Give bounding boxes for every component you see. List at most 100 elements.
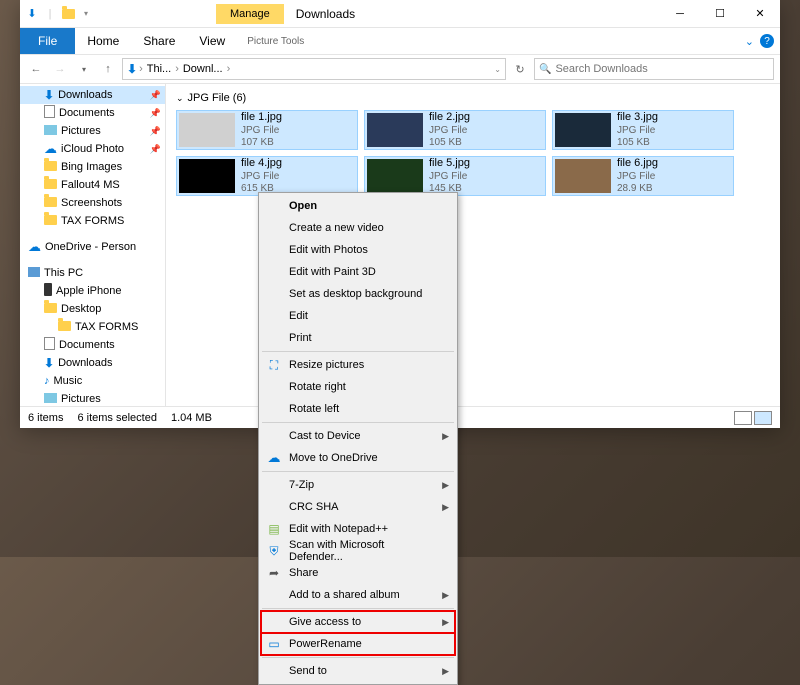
ctx-photos[interactable]: Edit with Photos [261, 239, 455, 261]
breadcrumb-dropdown-icon[interactable]: ⌄ [494, 65, 501, 74]
chevron-right-icon[interactable]: › [175, 63, 179, 75]
ctx-print[interactable]: Print [261, 327, 455, 349]
nav-up-button[interactable]: ↑ [98, 59, 118, 79]
sidebar-item-desktop[interactable]: Desktop [20, 300, 165, 318]
help-icon[interactable]: ? [760, 34, 774, 48]
breadcrumb[interactable]: ⬇ › Thi... › Downl... › ⌄ [122, 58, 506, 80]
file-item[interactable]: file 4.jpgJPG File615 KB [176, 156, 358, 196]
tools-tab[interactable]: Manage [216, 4, 284, 24]
ctx-paint3d[interactable]: Edit with Paint 3D [261, 261, 455, 283]
ctx-resize[interactable]: ⛶Resize pictures [261, 354, 455, 376]
ctx-rotl[interactable]: Rotate left [261, 398, 455, 420]
tab-home[interactable]: Home [75, 30, 131, 52]
sidebar-item-screenshots[interactable]: Screenshots [20, 194, 165, 212]
sidebar-item-label: iCloud Photo [61, 143, 124, 155]
file-item[interactable]: file 1.jpgJPG File107 KB [176, 110, 358, 150]
file-size: 105 KB [617, 137, 658, 149]
sidebar-item-icloud-photo[interactable]: ☁iCloud Photo📌 [20, 140, 165, 158]
sidebar-item-label: Desktop [61, 303, 101, 315]
ctx-newvideo-label: Create a new video [289, 222, 384, 234]
sidebar-item-apple-iphone[interactable]: Apple iPhone [20, 282, 165, 300]
file-item[interactable]: file 6.jpgJPG File28.9 KB [552, 156, 734, 196]
thumbnail [555, 113, 611, 147]
sidebar-item-pictures[interactable]: Pictures [20, 390, 165, 406]
nav-back-button[interactable]: ← [26, 59, 46, 79]
ctx-crc[interactable]: CRC SHA▶ [261, 496, 455, 518]
folder-icon[interactable] [60, 6, 76, 22]
file-type: JPG File [429, 171, 470, 183]
sidebar-item-tax-forms[interactable]: TAX FORMS [20, 212, 165, 230]
ctx-edit[interactable]: Edit [261, 305, 455, 327]
sidebar-item-fallout4-ms[interactable]: Fallout4 MS [20, 176, 165, 194]
pic-icon [44, 125, 57, 138]
context-menu: Open Create a new video Edit with Photos… [258, 192, 458, 685]
sidebar-item-label: Pictures [61, 393, 101, 405]
sidebar-item-tax-forms[interactable]: TAX FORMS [20, 318, 165, 336]
pin-icon: 📌 [150, 108, 161, 119]
tab-share[interactable]: Share [131, 30, 187, 52]
sidebar-item-documents[interactable]: Documents📌 [20, 104, 165, 122]
ctx-7zip[interactable]: 7-Zip▶ [261, 474, 455, 496]
address-bar: ← → ▾ ↑ ⬇ › Thi... › Downl... › ⌄ ↻ 🔍 [20, 54, 780, 84]
file-type: JPG File [241, 125, 282, 137]
file-type: JPG File [617, 125, 658, 137]
file-name: file 3.jpg [617, 111, 658, 124]
ctx-album[interactable]: Add to a shared album▶ [261, 584, 455, 606]
sidebar-item-pictures[interactable]: Pictures📌 [20, 122, 165, 140]
down-arrow-icon[interactable]: ⬇ [24, 6, 40, 22]
chevron-down-icon[interactable]: ⌄ [176, 93, 184, 104]
breadcrumb-seg2[interactable]: Downl... [181, 63, 225, 75]
refresh-button[interactable]: ↻ [510, 59, 530, 79]
sidebar-item-downloads[interactable]: ⬇Downloads [20, 354, 165, 372]
sidebar-item-downloads[interactable]: ⬇Downloads📌 [20, 86, 165, 104]
view-details-button[interactable] [734, 411, 752, 425]
ctx-cast[interactable]: Cast to Device▶ [261, 425, 455, 447]
breadcrumb-seg1[interactable]: Thi... [145, 63, 173, 75]
qat-dropdown-icon[interactable]: ▾ [78, 6, 94, 22]
sidebar-item-label: Downloads [58, 357, 112, 369]
ctx-share[interactable]: ➦Share [261, 562, 455, 584]
ctx-npp[interactable]: ▤Edit with Notepad++ [261, 518, 455, 540]
ribbon-collapse-icon[interactable]: ⌄ [745, 35, 754, 48]
sidebar-item-label: TAX FORMS [75, 321, 138, 333]
ctx-desktopbg[interactable]: Set as desktop background [261, 283, 455, 305]
file-item[interactable]: file 2.jpgJPG File105 KB [364, 110, 546, 150]
sidebar-item-music[interactable]: ♪Music [20, 372, 165, 390]
sidebar-item-label: Pictures [61, 125, 101, 137]
folder-icon [58, 321, 71, 334]
ctx-access[interactable]: Give access to ▶ [261, 611, 455, 633]
ctx-open[interactable]: Open [261, 195, 455, 217]
group-header[interactable]: ⌄ JPG File (6) [176, 90, 770, 106]
sidebar-item-bing-images[interactable]: Bing Images [20, 158, 165, 176]
file-item[interactable]: file 5.jpgJPG File145 KB [364, 156, 546, 196]
search-input[interactable]: 🔍 [534, 58, 774, 80]
ctx-newvideo[interactable]: Create a new video [261, 217, 455, 239]
ctx-sendto[interactable]: Send to▶ [261, 660, 455, 682]
maximize-button[interactable]: ☐ [700, 0, 740, 28]
chevron-right-icon[interactable]: › [139, 63, 143, 75]
sidebar-item-this-pc[interactable]: This PC [20, 264, 165, 282]
file-item[interactable]: file 3.jpgJPG File105 KB [552, 110, 734, 150]
sidebar-item-documents[interactable]: Documents [20, 336, 165, 354]
tab-file[interactable]: File [20, 28, 75, 54]
sidebar-item-label: Apple iPhone [56, 285, 121, 297]
minimize-button[interactable]: ─ [660, 0, 700, 28]
ctx-access-label: Give access to [289, 616, 361, 628]
sidebar-item-onedrive---person[interactable]: ☁OneDrive - Person [20, 238, 165, 256]
ctx-defender[interactable]: ⛨Scan with Microsoft Defender... [261, 540, 455, 562]
ctx-powerrename[interactable]: ▭PowerRename [261, 633, 455, 655]
nav-forward-button[interactable]: → [50, 59, 70, 79]
separator [262, 471, 454, 472]
close-button[interactable]: ✕ [740, 0, 780, 28]
ctx-onedrive[interactable]: ☁Move to OneDrive [261, 447, 455, 469]
search-field[interactable] [555, 63, 769, 75]
ctx-defender-label: Scan with Microsoft Defender... [289, 539, 435, 563]
view-thumbs-button[interactable] [754, 411, 772, 425]
ctx-rotr[interactable]: Rotate right [261, 376, 455, 398]
tab-view[interactable]: View [187, 30, 237, 52]
music-icon: ♪ [44, 375, 50, 387]
sidebar-item-label: Screenshots [61, 197, 122, 209]
chevron-right-icon: ▶ [442, 617, 449, 628]
nav-recent-icon[interactable]: ▾ [74, 59, 94, 79]
chevron-right-icon[interactable]: › [227, 63, 231, 75]
